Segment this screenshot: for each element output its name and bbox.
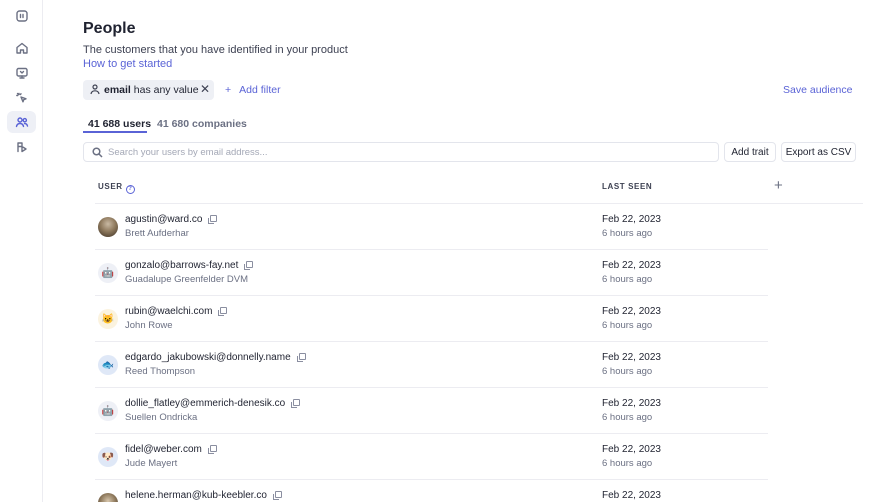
save-audience-button[interactable]: Save audience — [783, 84, 852, 96]
last-seen-date: Feb 22, 2023 — [602, 444, 661, 455]
tab-companies[interactable]: 41 680 companies — [157, 118, 247, 130]
copy-icon[interactable] — [272, 491, 282, 500]
home-icon — [15, 42, 28, 54]
integrations-icon — [16, 142, 27, 153]
user-email-text: fidel@weber.com — [125, 444, 202, 455]
active-tab-indicator — [83, 131, 147, 133]
people-icon — [15, 117, 28, 128]
column-header-user: USER? — [98, 182, 135, 194]
export-csv-button[interactable]: Export as CSV — [781, 142, 856, 162]
inbox-icon — [15, 67, 28, 79]
filter-chip-label: email has any value — [104, 84, 199, 96]
avatar: 😺 — [98, 309, 118, 329]
filter-field: email — [104, 84, 131, 96]
add-filter-button[interactable]: + Add filter — [225, 84, 281, 96]
user-name: Brett Aufderhar — [125, 228, 189, 239]
table-row[interactable]: 🐟 edgardo_jakubowski@donnelly.name Reed … — [95, 342, 768, 388]
click-icon — [15, 92, 27, 103]
table-row[interactable]: 😺 rubin@waelchi.com John Rowe Feb 22, 20… — [95, 296, 768, 342]
add-column-plus-icon[interactable]: + — [774, 178, 783, 194]
user-name: Suellen Ondricka — [125, 412, 198, 423]
avatar: 🤖 — [98, 401, 118, 421]
main-content: People The customers that you have ident… — [43, 0, 885, 502]
sidebar — [0, 0, 43, 502]
last-seen-relative: 6 hours ago — [602, 228, 653, 239]
sidebar-item-people[interactable] — [7, 111, 36, 133]
sidebar-item-inbox[interactable] — [7, 62, 36, 84]
sidebar-item-integrations[interactable] — [7, 136, 36, 158]
user-email-text: helene.herman@kub-keebler.co — [125, 490, 267, 501]
user-email: edgardo_jakubowski@donnelly.name — [125, 352, 306, 363]
avatar: 🤖 — [98, 263, 118, 283]
search-icon — [92, 147, 103, 158]
table-row[interactable]: 🤖 dollie_flatley@emmerich-denesik.co Sue… — [95, 388, 768, 434]
copy-icon[interactable] — [244, 261, 254, 270]
table-row[interactable]: agustin@ward.co Brett Aufderhar Feb 22, … — [95, 204, 768, 250]
user-name: John Rowe — [125, 320, 173, 331]
copy-icon[interactable] — [291, 399, 301, 408]
info-icon[interactable]: ? — [125, 185, 135, 194]
last-seen-date: Feb 22, 2023 — [602, 398, 661, 409]
page-subtitle: The customers that you have identified i… — [83, 44, 348, 56]
avatar — [98, 217, 118, 237]
copy-icon[interactable] — [208, 215, 218, 224]
column-header-user-label: USER — [98, 182, 123, 191]
last-seen-relative: 6 hours ago — [602, 412, 653, 423]
user-email-text: gonzalo@barrows-fay.net — [125, 260, 239, 271]
avatar: 🐶 — [98, 447, 118, 467]
last-seen-relative: 6 hours ago — [602, 274, 653, 285]
search-input[interactable] — [108, 145, 708, 159]
plus-icon: + — [225, 84, 232, 96]
last-seen-relative: 6 hours ago — [602, 320, 653, 331]
filter-condition: has any value — [130, 84, 199, 96]
sidebar-item-events[interactable] — [7, 87, 36, 109]
last-seen-date: Feb 22, 2023 — [602, 306, 661, 317]
user-email: helene.herman@kub-keebler.co — [125, 490, 282, 501]
search-box[interactable] — [83, 142, 719, 162]
add-filter-label: Add filter — [239, 84, 281, 96]
user-email: fidel@weber.com — [125, 444, 217, 455]
last-seen-relative: 6 hours ago — [602, 458, 653, 469]
user-name: Reed Thompson — [125, 366, 196, 377]
column-header-last-seen: LAST SEEN — [602, 182, 653, 191]
person-icon — [90, 84, 100, 95]
page-title: People — [83, 20, 136, 37]
last-seen-relative: 6 hours ago — [602, 366, 653, 377]
app-logo-icon[interactable] — [7, 5, 36, 27]
copy-icon[interactable] — [218, 307, 228, 316]
last-seen-date: Feb 22, 2023 — [602, 260, 661, 271]
copy-icon[interactable] — [207, 445, 217, 454]
user-email: gonzalo@barrows-fay.net — [125, 260, 254, 271]
user-email-text: edgardo_jakubowski@donnelly.name — [125, 352, 291, 363]
filter-chip-email[interactable]: email has any value ✕ — [83, 80, 214, 100]
user-email: dollie_flatley@emmerich-denesik.co — [125, 398, 301, 409]
tab-users[interactable]: 41 688 users — [88, 118, 151, 130]
user-name: Guadalupe Greenfelder DVM — [125, 274, 249, 285]
table-row[interactable]: helene.herman@kub-keebler.co Feb 22, 202… — [95, 480, 768, 502]
user-email-text: rubin@waelchi.com — [125, 306, 213, 317]
avatar — [98, 493, 118, 502]
last-seen-date: Feb 22, 2023 — [602, 352, 661, 363]
user-email-text: dollie_flatley@emmerich-denesik.co — [125, 398, 286, 409]
table-row[interactable]: 🤖 gonzalo@barrows-fay.net Guadalupe Gree… — [95, 250, 768, 296]
last-seen-date: Feb 22, 2023 — [602, 214, 661, 225]
sidebar-item-home[interactable] — [7, 37, 36, 59]
user-email: agustin@ward.co — [125, 214, 218, 225]
table-row[interactable]: 🐶 fidel@weber.com Jude Mayert Feb 22, 20… — [95, 434, 768, 480]
copy-icon[interactable] — [296, 353, 306, 362]
how-to-get-started-link[interactable]: How to get started — [83, 58, 172, 70]
avatar: 🐟 — [98, 355, 118, 375]
user-email-text: agustin@ward.co — [125, 214, 203, 225]
user-email: rubin@waelchi.com — [125, 306, 228, 317]
user-name: Jude Mayert — [125, 458, 178, 469]
add-trait-button[interactable]: Add trait — [724, 142, 776, 162]
close-icon[interactable]: ✕ — [200, 83, 210, 96]
last-seen-date: Feb 22, 2023 — [602, 490, 661, 501]
